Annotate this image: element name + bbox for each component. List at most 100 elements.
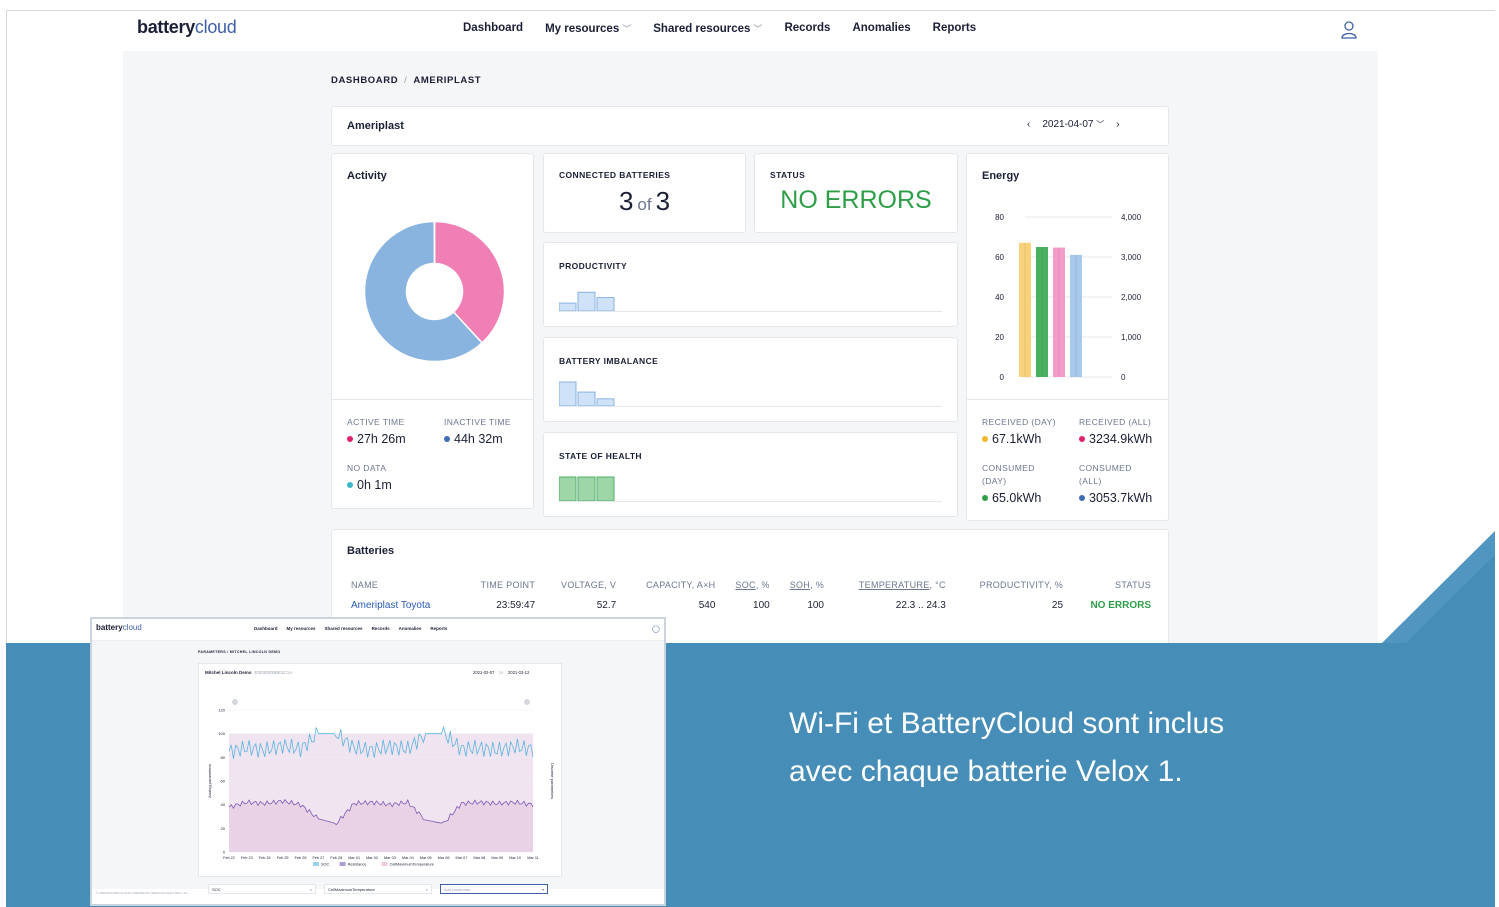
date-dropdown[interactable]: 2021-04-07 ﹀	[1042, 119, 1104, 130]
no-data-time: NO DATA 0h 1m	[347, 463, 392, 492]
table-row[interactable]: Ameriplast Toyota 23:59:47 52.7 540 100 …	[347, 595, 1155, 616]
y-tick-right: 2,000	[1121, 293, 1142, 302]
tagline: Wi-Fi et BatteryCloud sont inclus avec c…	[789, 700, 1224, 796]
x-tick: Feb 24	[259, 856, 271, 860]
batteries-table: NAME TIME POINT VOLTAGE, V CAPACITY, A×H…	[347, 575, 1155, 616]
inset-line-chart: 0 20 40 60 80 100 120 Feb 22 Feb 23 Feb 24 Feb 25 F…	[207, 699, 555, 867]
y-tick-left: 60	[995, 253, 1004, 262]
consumed-all: CONSUMED (ALL) 3053.7kWh	[1079, 463, 1153, 505]
received-day: RECEIVED (DAY) 67.1kWh	[982, 417, 1056, 446]
productivity-card[interactable]: PRODUCTIVITY	[543, 242, 958, 327]
inset-top-nav: batterycloud Dashboard My resources Shar…	[92, 619, 664, 641]
x-tick: Feb 25	[277, 856, 289, 860]
col-time-point: TIME POINT	[480, 580, 536, 590]
nav-dashboard[interactable]: Dashboard	[463, 22, 523, 35]
col-soc[interactable]: SOC, %	[719, 575, 773, 595]
cell-productivity: 25	[1051, 600, 1064, 611]
energy-title: Energy	[982, 170, 1020, 182]
spark-bar	[577, 391, 596, 407]
productivity-sparkbars	[559, 291, 942, 312]
cell-soc: 100	[753, 600, 770, 611]
inset-user-icon: ◯	[652, 626, 660, 633]
connected-batteries-card: CONNECTED BATTERIES 3 of 3	[543, 153, 746, 233]
col-voltage: VOLTAGE, V	[561, 580, 617, 590]
chevron-down-icon: ﹀	[622, 24, 632, 34]
breadcrumb-root[interactable]: DASHBOARD	[331, 75, 398, 86]
inset-footer: © 2020 BATTERYCLOUD CREATED BY WEHICON E…	[96, 891, 188, 895]
y-tick: 0	[223, 850, 226, 855]
consumed-day: CONSUMED (DAY) 65.0kWh	[982, 463, 1042, 505]
spark-bar	[596, 476, 615, 502]
user-icon[interactable]	[1340, 20, 1358, 40]
x-tick: Mar 09	[491, 856, 503, 860]
x-tick: Mar 07	[456, 856, 468, 860]
no-data-dot	[347, 482, 353, 488]
inset-nav-item: My resources	[286, 626, 316, 631]
tagline-line-1: Wi-Fi et BatteryCloud sont inclus	[789, 707, 1225, 740]
legend-swatch	[381, 862, 388, 866]
cell-temperature: 22.3 .. 24.3	[895, 600, 946, 611]
y-tick-left: 40	[995, 293, 1004, 302]
state-of-health-card[interactable]: STATE OF HEALTH	[543, 432, 958, 517]
x-tick: Mar 06	[438, 856, 450, 860]
col-soh[interactable]: SOH, %	[774, 575, 828, 595]
dashboard-content: DASHBOARD / AMERIPLAST Ameriplast ‹ 2021-0…	[123, 51, 1378, 650]
connected-label: CONNECTED BATTERIES	[559, 170, 671, 180]
x-tick: Feb 26	[295, 856, 307, 860]
y-tick: 80	[221, 755, 226, 760]
activity-card: Activity ACTIVE TIME 27h 26m INACTIVE TI…	[331, 153, 534, 509]
legend-label: CellMaximumTemperature	[390, 863, 434, 867]
range-handle-right	[524, 699, 530, 705]
y-axis-label-left: Analog parameters	[207, 764, 212, 798]
x-tick: Mar 11	[527, 856, 539, 860]
received-all-dot	[1079, 436, 1085, 442]
status-card: STATUS NO ERRORS	[754, 153, 958, 233]
received-day-dot	[982, 436, 988, 442]
received-all: RECEIVED (ALL) 3234.9kWh	[1079, 417, 1153, 446]
nav-my-resources[interactable]: My resources ﹀	[545, 22, 631, 35]
nav-reports[interactable]: Reports	[933, 22, 976, 35]
inset-nav-item: Reports	[430, 626, 448, 631]
fleet-title: Ameriplast	[347, 120, 404, 132]
range-handle-left	[232, 699, 238, 705]
y-tick-left: 80	[995, 213, 1004, 222]
batteries-title: Batteries	[347, 545, 395, 557]
battery-imbalance-card[interactable]: BATTERY IMBALANCE	[543, 337, 958, 422]
col-productivity: PRODUCTIVITY, %	[979, 580, 1064, 590]
y-tick: 40	[221, 802, 226, 807]
battery-name-link[interactable]: Ameriplast Toyota	[347, 595, 459, 616]
y-tick: 120	[218, 708, 225, 713]
date-selector: ‹ 2021-04-07 ﹀ ›	[1027, 119, 1120, 130]
spark-bar	[596, 398, 615, 407]
health-sparkbars	[559, 476, 942, 502]
chevron-right-icon[interactable]: ›	[1116, 119, 1119, 130]
nav-records[interactable]: Records	[784, 22, 830, 35]
inset-nav-links: Dashboard My resources Shared resources …	[254, 626, 447, 631]
status-value: NO ERRORS	[780, 186, 932, 214]
imbalance-sparkbars	[559, 381, 942, 407]
x-tick: Feb 28	[330, 856, 342, 860]
table-header-row: NAME TIME POINT VOLTAGE, V CAPACITY, A×H…	[347, 575, 1155, 595]
nav-anomalies[interactable]: Anomalies	[852, 22, 910, 35]
x-tick: Feb 22	[223, 856, 235, 860]
nav-shared-resources[interactable]: Shared resources ﹀	[653, 22, 762, 35]
legend-label: Resistance	[348, 863, 367, 867]
chevron-left-icon[interactable]: ‹	[1027, 119, 1030, 130]
fleet-header-card: Ameriplast ‹ 2021-04-07 ﹀ ›	[331, 106, 1169, 146]
col-temperature[interactable]: TEMPERATURE, °C	[828, 575, 950, 595]
inset-logo: batterycloud	[96, 623, 142, 632]
x-tick: Mar 05	[420, 856, 432, 860]
cell-capacity: 540	[698, 600, 716, 611]
chevron-down-icon: ﹀	[753, 24, 763, 34]
inset-nav-item: Dashboard	[254, 626, 278, 631]
col-name: NAME	[351, 580, 379, 590]
app-logo[interactable]: batterycloud	[137, 17, 237, 38]
main-screenshot: batterycloud Dashboard My resources ﹀ Sha…	[6, 10, 1495, 650]
spark-bar	[577, 291, 596, 312]
activity-donut-chart	[363, 220, 506, 363]
y-tick-right: 1,000	[1121, 333, 1142, 342]
inset-screenshot: batterycloud Dashboard My resources Shar…	[90, 617, 666, 906]
active-dot	[347, 436, 353, 442]
inactive-time: INACTIVE TIME 44h 32m	[444, 417, 511, 446]
cell-voltage: 52.7	[596, 600, 617, 611]
